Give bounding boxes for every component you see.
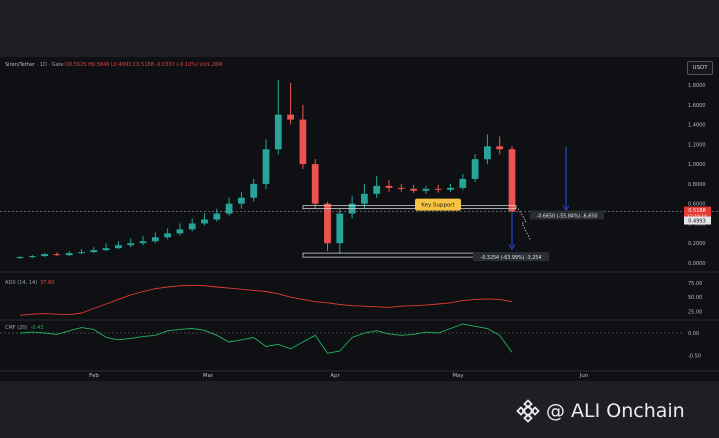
candle-body [16, 257, 24, 259]
time-tick-label: May [452, 373, 464, 379]
candle-body [324, 203, 331, 244]
current-price-value: 0.5188 [688, 208, 706, 214]
adx-tick-label: 25.00 [688, 309, 702, 315]
measure-label-upper: -0.6650 (-55.84%) -6,650 [537, 214, 598, 220]
candle-body [176, 229, 184, 234]
price-tick-label: 1.8000 [688, 83, 706, 89]
candle-body [274, 114, 282, 150]
candle-body [225, 203, 233, 214]
candle-body [311, 164, 319, 204]
chart-area[interactable]: Siren/Tether · 1D · Gate O0.5525 H0.5840… [0, 57, 719, 381]
candle-body [65, 253, 73, 256]
price-tick-label: 1.0000 [688, 162, 706, 168]
cmf-value: -0.43 [30, 325, 44, 331]
candle-body [53, 254, 61, 256]
time-tick-label: Jun [579, 373, 589, 379]
candle-body [484, 146, 491, 160]
candle-body [28, 256, 36, 258]
time-tick-label: Feb [89, 373, 99, 379]
candle-body [336, 213, 344, 244]
candle-body [459, 178, 467, 188]
price-tick-label: 1.4000 [688, 123, 706, 129]
candle-body [262, 149, 270, 184]
price-tick-label: 0.8000 [688, 182, 706, 188]
candle-body [373, 185, 381, 194]
candle-body [139, 241, 147, 244]
cmf-tick-label: 0.00 [688, 331, 699, 337]
support-price-value: 0.4993 [688, 219, 706, 225]
cmf-line [19, 323, 513, 354]
time-tick-label: Apr [330, 373, 340, 379]
candle-body [385, 185, 393, 188]
candle-body [90, 250, 98, 253]
price-tick-label: 1.2000 [688, 142, 706, 148]
candle-body [410, 188, 417, 191]
chart-svg: 1.80001.60001.40001.20001.00000.80000.60… [0, 80, 719, 379]
adx-label: ADX (14, 14) 37.80 [5, 280, 54, 286]
binance-diamond-icon [516, 399, 540, 423]
time-tick-label: Mar [203, 373, 214, 379]
adx-line [19, 284, 513, 316]
candle-body [164, 233, 171, 238]
candle-body [201, 219, 208, 224]
price-tick-label: 0.2000 [688, 241, 706, 247]
key-support-label: Key Support [421, 203, 455, 209]
candle-body [287, 114, 294, 120]
cmf-label: CMF (20) -0.43 [5, 325, 43, 331]
watermark-text: @ ALI Onchain [546, 400, 685, 422]
support-zone-outline [302, 205, 517, 210]
price-tick-label: 0.0000 [688, 261, 706, 267]
cmf-tick-label: -0.50 [688, 354, 701, 360]
candle-body [508, 149, 516, 212]
adx-tick-label: 50.00 [688, 295, 702, 301]
candle-body [299, 119, 307, 165]
candle-body [115, 245, 122, 249]
candle-body [250, 183, 258, 198]
candle-body [361, 193, 368, 204]
candle-body [78, 252, 85, 254]
candle-body [102, 248, 110, 251]
projection-path [517, 208, 531, 240]
price-tick-label: 1.6000 [688, 103, 706, 109]
candle-body [238, 197, 245, 204]
adx-tick-label: 75.00 [688, 281, 702, 287]
adx-name: ADX (14, 14) [5, 280, 38, 286]
adx-value: 37.80 [40, 280, 55, 286]
candle-body [41, 254, 48, 257]
candle-body [496, 146, 504, 150]
candle-body [422, 188, 430, 191]
measure-label-lower: -0.3254 (-63.99%) -3,254 [481, 255, 542, 261]
candle-body [397, 187, 405, 189]
candle-body [471, 159, 479, 179]
cmf-name: CMF (20) [5, 325, 28, 331]
candle-body [127, 243, 135, 246]
candle-body [434, 188, 442, 190]
watermark: @ ALI Onchain [516, 398, 685, 424]
candle-body [151, 237, 159, 242]
candle-body [447, 187, 454, 190]
candle-body [213, 213, 221, 220]
candle-body [188, 223, 196, 230]
